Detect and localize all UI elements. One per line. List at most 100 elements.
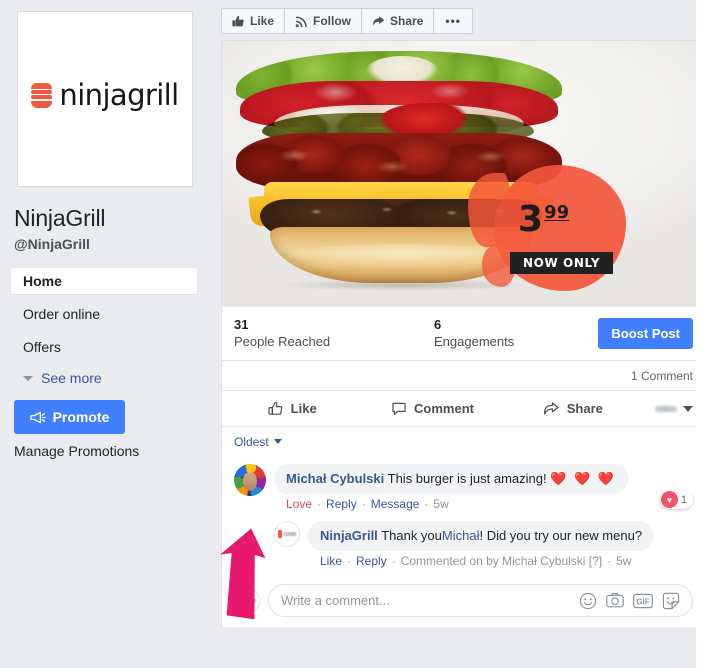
chevron-down-icon <box>273 439 282 444</box>
comment-message-link[interactable]: Message <box>371 497 420 511</box>
insight-value: 31 <box>234 317 249 332</box>
logo-wordmark: ninjagrill <box>59 78 179 112</box>
sidebar-item-label: Home <box>23 273 62 289</box>
sticker-icon[interactable] <box>662 592 680 610</box>
follow-button-label: Follow <box>313 14 352 28</box>
comment-item: Michał Cybulski This burger is just amaz… <box>234 464 693 511</box>
comment-author[interactable]: NinjaGrill <box>320 528 378 543</box>
heart-reaction-icon: ♥ <box>660 491 678 508</box>
comment-attribution: Commented on by Michał Cybulski [?] <box>400 554 603 568</box>
boost-post-button[interactable]: Boost Post <box>598 318 693 349</box>
manage-promotions-link[interactable]: Manage Promotions <box>14 443 139 459</box>
profile-photo[interactable]: ninjagrill <box>17 11 193 187</box>
more-options-button[interactable]: ••• <box>434 9 472 33</box>
page-title: NinjaGrill <box>14 205 106 231</box>
post-like-action[interactable]: Like <box>222 401 362 417</box>
separator-dot: · <box>424 497 429 511</box>
comment-body: NinjaGrill Thank youMichał! Did you try … <box>308 521 693 568</box>
post-photo[interactable]: 3 99 NOW ONLY <box>222 41 705 306</box>
separator-dot: · <box>317 497 322 511</box>
thumbs-up-outline-icon <box>268 401 282 415</box>
megaphone-icon <box>29 411 46 423</box>
camera-icon[interactable] <box>606 592 624 609</box>
ninjagrill-logo: ninjagrill <box>18 78 192 112</box>
thumbs-up-filled-icon <box>232 15 244 26</box>
emoji-icon[interactable] <box>579 592 597 610</box>
comment-input[interactable] <box>281 593 579 608</box>
promote-button-label: Promote <box>52 409 110 425</box>
ninjagrill-mini-logo-icon <box>235 589 259 613</box>
comment-sort-selector[interactable]: Oldest <box>222 426 705 456</box>
post-comment-action[interactable]: Comment <box>362 401 502 417</box>
follow-button[interactable]: Follow <box>285 9 363 33</box>
comment-reaction-state[interactable]: Love <box>286 497 312 511</box>
sidebar-item-label: Offers <box>23 339 61 355</box>
post-comment-label: Comment <box>414 401 474 416</box>
comment-author[interactable]: Michał Cybulski <box>286 471 384 486</box>
separator-dot: · <box>361 497 366 511</box>
chevron-down-icon <box>682 405 693 412</box>
comment-text: This burger is just amazing! <box>387 471 547 486</box>
gif-icon[interactable]: GIF <box>633 593 653 609</box>
sidebar-item-offers[interactable]: Offers <box>11 334 197 360</box>
page-handle: @NinjaGrill <box>14 236 90 252</box>
burger-logo-icon <box>31 82 53 108</box>
main-content: Like Follow Share ••• 3 99 NOW ONLY 31 P… <box>210 0 717 668</box>
comment-input-wrapper[interactable]: GIF <box>268 584 693 617</box>
avatar[interactable] <box>234 464 266 496</box>
promote-button[interactable]: Promote <box>14 400 125 434</box>
post-card: 3 99 NOW ONLY 31 People Reached 6 Engage… <box>221 40 706 627</box>
comment-timestamp[interactable]: 5w <box>433 497 448 511</box>
chevron-down-icon <box>23 375 33 381</box>
camera-icon[interactable] <box>155 149 183 177</box>
separator-dot: · <box>391 554 396 568</box>
post-share-label: Share <box>566 401 603 416</box>
speech-bubble-icon <box>392 402 406 415</box>
ninjagrill-mini-logo-icon <box>275 522 299 546</box>
like-button-label: Like <box>250 14 275 28</box>
sidebar-item-label: Order online <box>23 306 101 322</box>
facebook-page-screenshot: ninjagrill NinjaGrill @NinjaGrill Home O… <box>0 0 717 668</box>
svg-text:GIF: GIF <box>636 597 649 606</box>
reaction-count-pill[interactable]: ♥ 1 <box>659 490 693 509</box>
reaction-count: 1 <box>680 493 687 506</box>
sidebar-item-order-online[interactable]: Order online <box>11 301 197 327</box>
like-button[interactable]: Like <box>222 9 286 33</box>
comment-bubble: Michał Cybulski This burger is just amaz… <box>274 464 629 494</box>
separator-dot: · <box>607 554 612 568</box>
post-like-label: Like <box>290 401 317 416</box>
price-integer: 3 <box>518 199 543 240</box>
post-action-bar: Like Comment Share <box>222 390 705 426</box>
comment-text-before: Thank you <box>381 528 442 543</box>
bacon-layer <box>236 133 562 189</box>
right-gutter <box>696 0 717 668</box>
see-more-label: See more <box>41 370 102 386</box>
comment-reply-link[interactable]: Reply <box>326 497 357 511</box>
share-button[interactable]: Share <box>362 9 435 33</box>
post-share-action[interactable]: Share <box>503 401 643 417</box>
post-insights: 31 People Reached 6 Engagements Boost Po… <box>222 306 705 360</box>
page-action-toolbar: Like Follow Share ••• <box>221 8 473 34</box>
insight-label: People Reached <box>234 334 331 349</box>
avatar[interactable] <box>234 587 260 614</box>
comment-body: Michał Cybulski This burger is just amaz… <box>274 464 693 511</box>
redacted-label <box>654 405 677 412</box>
comment-reply-link[interactable]: Reply <box>356 554 387 568</box>
comment-like-link[interactable]: Like <box>320 554 342 568</box>
sidebar-item-home[interactable]: Home <box>11 268 197 294</box>
page-sidebar: ninjagrill NinjaGrill @NinjaGrill Home O… <box>0 0 210 668</box>
now-only-badge: NOW ONLY <box>510 252 614 274</box>
share-button-label: Share <box>390 14 424 28</box>
comment-timestamp[interactable]: 5w <box>616 554 631 568</box>
avatar[interactable] <box>274 521 300 547</box>
comment-meta: Love · Reply · Message · 5w <box>274 497 693 511</box>
share-arrow-outline-icon <box>543 401 559 415</box>
comment-mention[interactable]: Michał <box>442 528 480 543</box>
heart-emoji-icon: ❤️ ❤️ ❤️ <box>550 471 617 486</box>
comment-count[interactable]: 1 Comment <box>222 360 705 390</box>
comment-bubble: NinjaGrill Thank youMichał! Did you try … <box>308 521 655 551</box>
sidebar-see-more[interactable]: See more <box>11 367 197 389</box>
composer-icons: GIF <box>579 592 680 610</box>
rss-icon <box>295 15 307 27</box>
ellipsis-icon: ••• <box>445 14 461 28</box>
